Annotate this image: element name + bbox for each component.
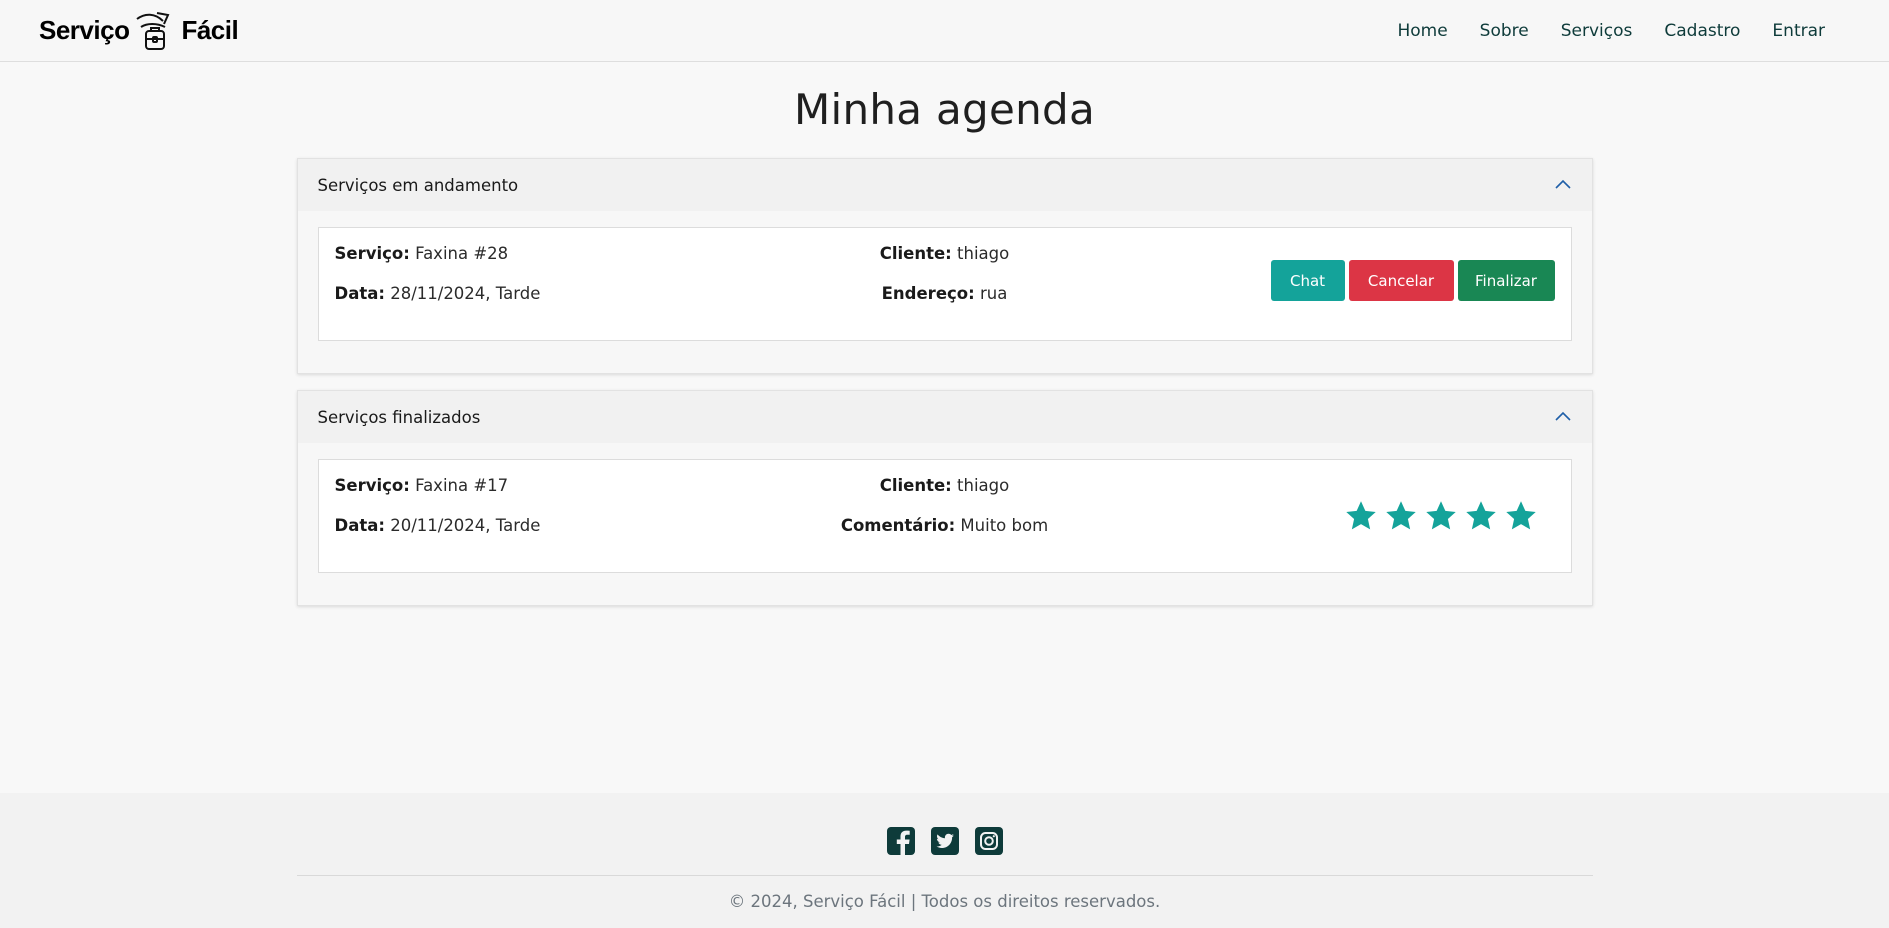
nav-servicos-link[interactable]: Serviços — [1561, 21, 1633, 41]
twitter-icon[interactable] — [930, 826, 960, 856]
finished-panel: Serviços finalizados Serviço: Faxina #17… — [296, 390, 1593, 606]
cancel-button[interactable]: Cancelar — [1348, 260, 1454, 301]
star-icon — [1505, 501, 1536, 530]
in-progress-panel-title: Serviços em andamento — [317, 175, 519, 195]
service-actions: Chat Cancelar Finalizar — [1270, 260, 1555, 301]
client-label: Cliente: — [879, 244, 952, 263]
client-value: thiago — [957, 244, 1010, 263]
service-field: Serviço: Faxina #28 — [335, 244, 509, 263]
star-icon — [1425, 501, 1456, 530]
brand-name-left: Serviço — [39, 15, 130, 45]
service-value: Faxina #17 — [415, 476, 509, 495]
finished-panel-title: Serviços finalizados — [317, 407, 481, 427]
date-value: 28/11/2024, Tarde — [390, 284, 541, 303]
service-value: Faxina #28 — [415, 244, 509, 263]
date-value: 20/11/2024, Tarde — [390, 516, 541, 535]
address-field: Endereço: rua — [882, 284, 1008, 303]
address-label: Endereço: — [881, 284, 975, 303]
navbar: Serviço Fácil Home Sobre Serviços Cadast… — [0, 0, 1889, 62]
nav-links: Home Sobre Serviços Cadastro Entrar — [1397, 21, 1850, 41]
nav-cadastro-link[interactable]: Cadastro — [1664, 21, 1740, 41]
in-progress-panel-body: Serviço: Faxina #28 Data: 28/11/2024, Ta… — [298, 211, 1592, 373]
client-field: Cliente: thiago — [880, 244, 1010, 263]
comment-label: Comentário: — [840, 516, 956, 535]
rating-stars — [1343, 498, 1539, 534]
brand-name-right: Fácil — [181, 15, 239, 45]
agenda-container: Serviços em andamento Serviço: Faxina #2… — [296, 158, 1593, 606]
service-field: Serviço: Faxina #17 — [335, 476, 509, 495]
comment-value: Muito bom — [960, 516, 1049, 535]
chat-button[interactable]: Chat — [1270, 260, 1345, 301]
brand[interactable]: Serviço Fácil — [39, 9, 239, 53]
nav-home-link[interactable]: Home — [1397, 21, 1447, 41]
instagram-icon[interactable] — [974, 826, 1004, 856]
date-field: Data: 28/11/2024, Tarde — [335, 284, 541, 303]
footer: © 2024, Serviço Fácil | Todos os direito… — [0, 793, 1889, 928]
copyright-text: © 2024, Serviço Fácil | Todos os direito… — [728, 892, 1161, 911]
service-card: Serviço: Faxina #28 Data: 28/11/2024, Ta… — [317, 227, 1572, 341]
service-label: Serviço: — [334, 476, 410, 495]
date-label: Data: — [334, 516, 385, 535]
in-progress-panel: Serviços em andamento Serviço: Faxina #2… — [296, 158, 1593, 374]
star-icon — [1385, 501, 1416, 530]
client-value: thiago — [957, 476, 1010, 495]
address-value: rua — [979, 284, 1008, 303]
chevron-up-icon[interactable] — [1554, 176, 1572, 194]
date-field: Data: 20/11/2024, Tarde — [335, 516, 541, 535]
service-card: Serviço: Faxina #17 Data: 20/11/2024, Ta… — [317, 459, 1572, 573]
service-label: Serviço: — [334, 244, 410, 263]
comment-field: Comentário: Muito bom — [841, 516, 1048, 535]
facebook-icon[interactable] — [886, 826, 916, 856]
nav-sobre-link[interactable]: Sobre — [1480, 21, 1529, 41]
finished-panel-body: Serviço: Faxina #17 Data: 20/11/2024, Ta… — [298, 443, 1592, 605]
finished-panel-header[interactable]: Serviços finalizados — [297, 391, 1592, 443]
date-label: Data: — [334, 284, 385, 303]
chevron-up-icon[interactable] — [1554, 408, 1572, 426]
in-progress-panel-header[interactable]: Serviços em andamento — [297, 159, 1592, 211]
star-icon — [1465, 501, 1496, 530]
client-field: Cliente: thiago — [880, 476, 1010, 495]
page-title: Minha agenda — [793, 85, 1096, 134]
star-icon — [1345, 501, 1376, 530]
briefcase-logo-icon — [136, 11, 170, 50]
finish-button[interactable]: Finalizar — [1457, 260, 1555, 301]
client-label: Cliente: — [879, 476, 952, 495]
nav-entrar-link[interactable]: Entrar — [1772, 21, 1825, 41]
social-links — [0, 793, 1889, 875]
